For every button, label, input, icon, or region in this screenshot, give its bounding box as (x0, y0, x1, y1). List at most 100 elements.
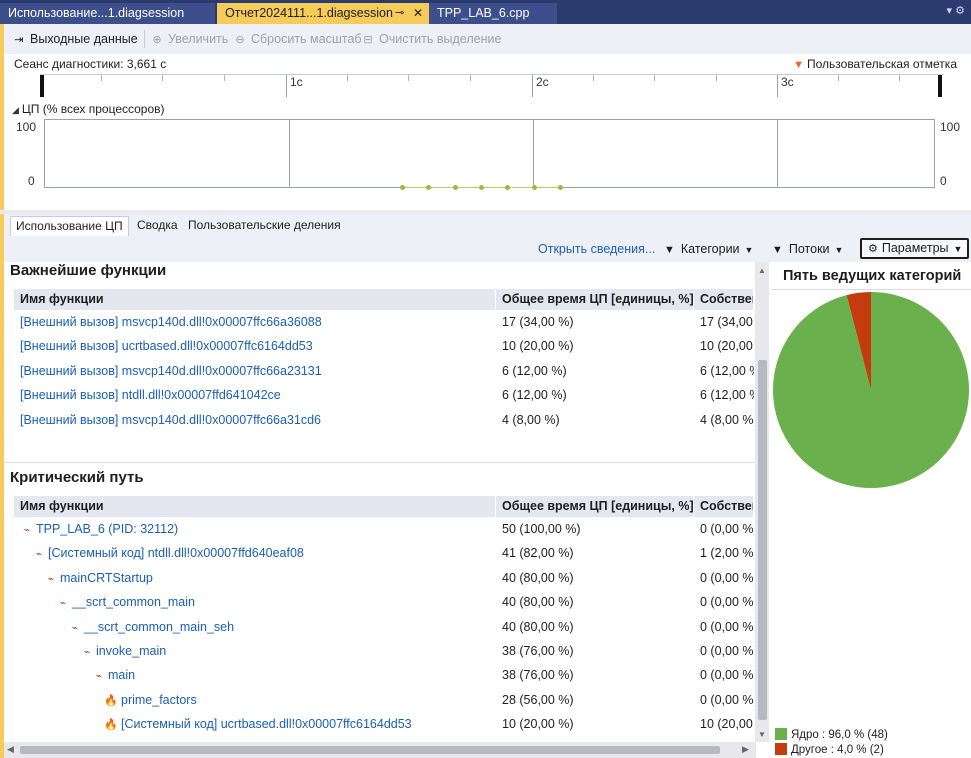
table-row[interactable]: [Внешний вызов] msvcp140d.dll!0x00007ffc… (14, 310, 754, 334)
scroll-right-icon[interactable]: ▶ (742, 744, 749, 755)
self-cpu-time: 0 (0,00 %) (700, 644, 754, 658)
legend-swatch (775, 743, 787, 755)
ruler-tick (899, 75, 900, 81)
function-name[interactable]: ⌁ __scrt_common_main_seh (20, 615, 494, 639)
function-name[interactable]: ⌁ __scrt_common_main (20, 590, 494, 614)
hot-path-icon: ⌁ (71, 622, 79, 634)
tab-user-marks[interactable]: Пользовательские деления (183, 216, 346, 236)
pie-slice-core[interactable] (773, 292, 969, 488)
table-row[interactable]: ⌁ TPP_LAB_6 (PID: 32112) 50 (100,00 %) 0 (0… (14, 517, 754, 541)
function-name[interactable]: [Внешний вызов] msvcp140d.dll!0x00007ffc… (20, 359, 494, 383)
ruler-tick (654, 75, 655, 81)
column-header-self[interactable]: Собственное время ЦП [единицы, %] (694, 496, 754, 517)
function-name-label: [Внешний вызов] ucrtbased.dll!0x00007ffc… (20, 339, 313, 354)
function-name[interactable]: ⌁ TPP_LAB_6 (PID: 32112) (20, 517, 494, 541)
function-name[interactable]: 🔥 [Системный код] ucrtbased.dll!0x00007ff… (20, 712, 494, 736)
table-row[interactable]: ⌁ __scrt_common_main_seh 40 (80,00 %) 0 (0,… (14, 615, 754, 639)
categories-label: Категории (680, 242, 740, 256)
user-mark-label: Пользовательская отметка (806, 57, 957, 71)
clear-selection-button[interactable]: ⊟ Очистить выделение (361, 31, 501, 47)
zoom-in-button[interactable]: ⊕ Увеличить (150, 31, 228, 47)
selection-start-handle[interactable] (40, 75, 44, 97)
table-row[interactable]: ⌁ __scrt_common_main 40 (80,00 %) 0 (0,00 %… (14, 590, 754, 614)
scroll-down-icon[interactable]: ▼ (758, 730, 766, 739)
user-mark-legend: ▼ Пользовательская отметка (793, 57, 957, 71)
categories-pie-chart[interactable] (771, 290, 971, 490)
function-name-label: mainCRTStartup (60, 570, 153, 585)
cpu-sample-point (426, 185, 432, 190)
self-cpu-time: 17 (34,00 %) (700, 315, 754, 329)
function-name[interactable]: 🔥 prime_factors (20, 688, 494, 712)
column-header-name[interactable]: Имя функции (14, 496, 496, 517)
scroll-left-icon[interactable]: ◀ (7, 744, 14, 755)
table-row[interactable]: [Внешний вызов] msvcp140d.dll!0x00007ffc… (14, 359, 754, 383)
total-cpu-time: 38 (76,00 %) (502, 668, 574, 683)
table-row[interactable]: ⌁ main 38 (76,00 %) 0 (0,00 %) (14, 663, 754, 687)
function-name[interactable]: [Внешний вызов] ntdll.dll!0x00007ffd6410… (20, 383, 494, 407)
scrollbar-thumb[interactable] (20, 746, 720, 754)
collapse-icon: ◢ (12, 105, 19, 115)
output-button[interactable]: ⇥ Выходные данные (12, 31, 137, 47)
function-name[interactable]: [Внешний вызов] msvcp140d.dll!0x00007ffc… (20, 408, 494, 432)
tab-cpu-usage-session[interactable]: Использование...1.diagsession (0, 3, 215, 24)
tab-summary[interactable]: Сводка (132, 216, 183, 236)
table-header: Имя функции Общее время ЦП [единицы, %] … (14, 496, 754, 517)
scroll-up-icon[interactable]: ▲ (758, 266, 766, 275)
pin-icon[interactable]: ⊸ (395, 3, 404, 23)
function-name[interactable]: ⌁ invoke_main (20, 639, 494, 663)
magnifier-icon: ⊖ (235, 34, 245, 46)
self-cpu-time: 0 (0,00 %) (700, 668, 754, 683)
function-name[interactable]: [Внешний вызов] ucrtbased.dll!0x00007ffc… (20, 334, 494, 358)
threads-filter[interactable]: ▼ Потоки ▼ (772, 241, 843, 257)
parameters-button[interactable]: ⚙ Параметры ▼ (860, 238, 969, 259)
tab-cpu-usage[interactable]: Использование ЦП (10, 216, 129, 236)
column-header-self[interactable]: Собственное время ЦП [единицы, %] (694, 289, 754, 310)
column-header-total[interactable]: Общее время ЦП [единицы, %] (496, 496, 694, 517)
table-row[interactable]: ⌁ mainCRTStartup 40 (80,00 %) 0 (0,00 %) (14, 566, 754, 590)
column-header-name[interactable]: Имя функции (14, 289, 496, 310)
tab-source-file[interactable]: TPP_LAB_6.cpp (429, 3, 557, 24)
horizontal-scrollbar[interactable]: ◀ ▶ (4, 742, 756, 758)
close-icon[interactable]: ✕ (413, 3, 423, 23)
function-name[interactable]: ⌁ mainCRTStartup (20, 566, 494, 590)
function-name[interactable]: [Внешний вызов] msvcp140d.dll!0x00007ffc… (20, 310, 494, 334)
selection-end-handle[interactable] (938, 75, 942, 97)
reset-zoom-button[interactable]: ⊖ Сбросить масштаб (233, 31, 361, 47)
scrollbar-thumb[interactable] (758, 360, 767, 720)
table-row[interactable]: [Внешний вызов] ntdll.dll!0x00007ffd6410… (14, 383, 754, 407)
flame-icon: 🔥 (104, 694, 118, 707)
tab-label: TPP_LAB_6.cpp (437, 6, 530, 20)
ruler-tick (838, 75, 839, 81)
self-cpu-time: 0 (0,00 %) (700, 522, 754, 536)
self-cpu-time: 0 (0,00 %) (700, 570, 754, 585)
window: Использование...1.diagsession Отчет20241… (0, 0, 971, 758)
open-details-link[interactable]: Открыть сведения... (538, 241, 655, 257)
function-name[interactable]: ⌁ [Системный код] ntdll.dll!0x00007ffd640… (20, 541, 494, 565)
function-name[interactable]: ⌁ main (20, 663, 494, 687)
hot-path-icon: ⌁ (59, 598, 67, 610)
vertical-scrollbar[interactable]: ▲ ▼ (755, 262, 769, 742)
ruler-tick (716, 75, 717, 81)
table-row[interactable]: ⌁ [Системный код] ntdll.dll!0x00007ffd640… (14, 541, 754, 565)
tab-overflow-menu-icon[interactable]: ▾ ⚙ (947, 4, 965, 17)
table-row[interactable]: [Внешний вызов] ucrtbased.dll!0x00007ffc… (14, 334, 754, 358)
zoom-label: Увеличить (168, 32, 229, 46)
cpu-usage-graph[interactable] (44, 119, 935, 190)
ruler-label: 3с (781, 75, 794, 89)
y-axis-max-right: 100 (940, 120, 961, 134)
critical-path-title: Критический путь (10, 469, 144, 486)
report-content: Важнейшие функции Имя функции Общее врем… (0, 262, 756, 758)
table-row[interactable]: 🔥 prime_factors 28 (56,00 %) 0 (0,00 %) (14, 688, 754, 712)
table-row[interactable]: 🔥 [Системный код] ucrtbased.dll!0x00007ff… (14, 712, 754, 736)
cpu-graph-title[interactable]: ◢ ЦП (% всех процессоров) (12, 102, 165, 116)
total-cpu-time: 38 (76,00 %) (502, 644, 574, 658)
column-header-total[interactable]: Общее время ЦП [единицы, %] (496, 289, 694, 310)
function-name-label: prime_factors (121, 692, 197, 707)
time-ruler[interactable]: 1с 2с 3с (40, 74, 944, 97)
table-row[interactable]: [Внешний вызов] msvcp140d.dll!0x00007ffc… (14, 408, 754, 432)
tab-label: Отчет2024111...1.diagsession (225, 6, 393, 20)
function-name-label: main (108, 668, 136, 683)
categories-filter[interactable]: ▼ Категории ▼ (664, 241, 753, 257)
table-row[interactable]: ⌁ invoke_main 38 (76,00 %) 0 (0,00 %) (14, 639, 754, 663)
tab-report-session[interactable]: Отчет2024111...1.diagsession ⊸ ✕ (217, 3, 429, 24)
